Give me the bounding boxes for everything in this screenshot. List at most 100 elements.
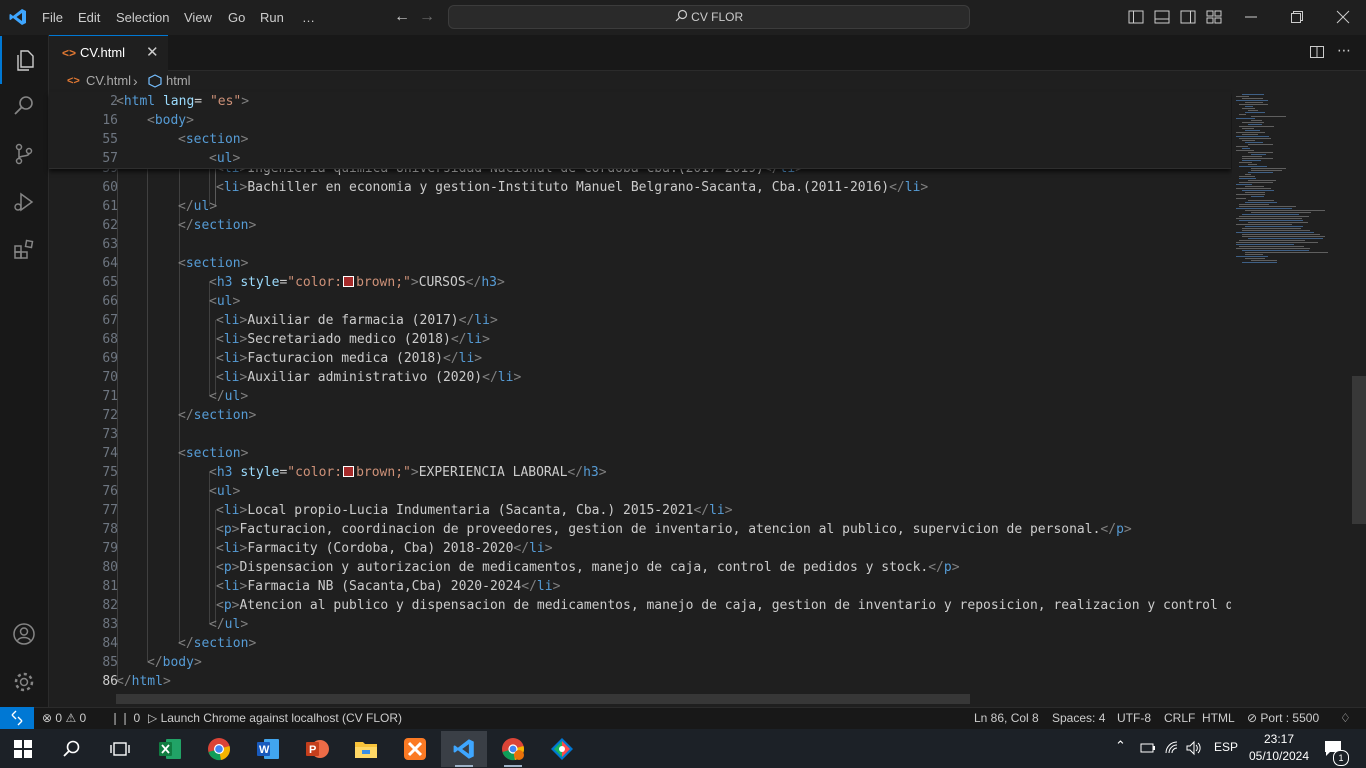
live-server-port[interactable]: ⊘ Port : 5500 — [1247, 707, 1319, 729]
code-line[interactable]: <p>Dispensacion y autorizacion de medica… — [216, 558, 960, 577]
horizontal-scrollbar-thumb[interactable] — [116, 694, 970, 704]
sticky-code-line[interactable]: <html lang= "es"> — [116, 92, 249, 111]
close-window-icon[interactable] — [1336, 10, 1350, 29]
code-line[interactable]: </html> — [116, 672, 171, 691]
code-line[interactable]: <li>Local propio-Lucia Indumentaria (Sac… — [216, 501, 733, 520]
toggle-panel-icon[interactable] — [1154, 9, 1170, 30]
toggle-primary-sidebar-icon[interactable] — [1128, 9, 1144, 30]
code-line[interactable]: <li>Facturacion medica (2018)</li> — [216, 349, 482, 368]
show-hidden-icons-icon[interactable]: ⌃ — [1115, 738, 1126, 754]
code-editor[interactable]: 59<li>Ingenieria quimica-Universidad Nac… — [49, 92, 1231, 696]
tab-cv-html[interactable]: <> CV.html ✕ — [49, 35, 168, 71]
sticky-code-line[interactable]: <section> — [178, 130, 248, 149]
file-explorer-icon[interactable] — [343, 731, 389, 767]
clock[interactable]: 23:17 05/10/2024 — [1248, 731, 1310, 765]
code-line[interactable]: <li>Farmacity (Cordoba, Cba) 2018-2020</… — [216, 539, 553, 558]
sticky-scroll-header[interactable]: 2 <html lang= "es"> 16 <body> 55 <section> 57 <… — [49, 92, 1231, 169]
command-center-search[interactable]: CV FLOR — [448, 5, 970, 29]
explorer-icon[interactable] — [0, 36, 48, 84]
language-mode[interactable]: HTML — [1202, 707, 1235, 729]
sticky-code-line[interactable]: <body> — [147, 111, 194, 130]
volume-icon[interactable] — [1186, 740, 1202, 761]
indentation[interactable]: Spaces: 4 — [1052, 707, 1105, 729]
windows-start-icon[interactable] — [0, 731, 46, 767]
code-line[interactable]: <ul> — [209, 292, 240, 311]
menu-selection[interactable]: Selection — [116, 0, 169, 35]
photos-app-icon[interactable] — [539, 731, 585, 767]
back-arrow-icon[interactable]: ← — [394, 8, 412, 26]
minimap-line — [1242, 160, 1261, 161]
line-number: 86 — [102, 674, 118, 689]
manage-gear-icon[interactable] — [0, 658, 48, 706]
more-actions-icon[interactable]: ⋯ — [1337, 42, 1352, 59]
code-line[interactable]: <li>Auxiliar administrativo (2020)</li> — [216, 368, 521, 387]
menu-edit[interactable]: Edit — [78, 0, 100, 35]
xampp-icon[interactable] — [392, 731, 438, 767]
menu-view[interactable]: View — [184, 0, 212, 35]
code-line[interactable]: <li>Farmacia NB (Sacanta,Cba) 2020-2024<… — [216, 577, 560, 596]
chrome-icon[interactable] — [196, 731, 242, 767]
minimap-line — [1242, 214, 1299, 215]
ports-indicator[interactable]: ❘❘ 0 — [110, 707, 140, 729]
battery-icon[interactable] — [1140, 740, 1156, 761]
sticky-code-line[interactable]: <ul> — [209, 149, 240, 168]
code-line[interactable]: </body> — [147, 653, 202, 672]
close-tab-icon[interactable]: ✕ — [146, 36, 159, 70]
menu-go[interactable]: Go — [228, 0, 245, 35]
menu-file[interactable]: File — [42, 0, 63, 35]
menu-more[interactable]: … — [302, 0, 315, 35]
restore-window-icon[interactable] — [1290, 10, 1304, 29]
minimap-line — [1242, 94, 1264, 95]
accounts-icon[interactable] — [0, 610, 48, 658]
toggle-secondary-sidebar-icon[interactable] — [1180, 9, 1196, 30]
taskbar-search-icon[interactable] — [49, 731, 95, 767]
chrome-profile-icon[interactable] — [490, 731, 536, 767]
code-line[interactable]: </ul> — [209, 387, 248, 406]
code-line[interactable]: <h3 style="color: brown;">CURSOS</h3> — [209, 273, 505, 292]
vscode-taskbar-icon[interactable] — [441, 731, 487, 767]
code-line[interactable]: </ul> — [209, 615, 248, 634]
cursor-position[interactable]: Ln 86, Col 8 — [974, 707, 1039, 729]
customize-layout-icon[interactable] — [1206, 9, 1222, 30]
code-line[interactable]: <li>Bachiller en economia y gestion-Inst… — [216, 178, 928, 197]
line-ending[interactable]: CRLF — [1164, 707, 1195, 729]
code-line[interactable]: </ul> — [178, 197, 217, 216]
input-language[interactable]: ESP — [1214, 740, 1238, 754]
encoding[interactable]: UTF-8 — [1117, 707, 1151, 729]
problems-indicator[interactable]: ⊗ 0 ⚠ 0 — [42, 707, 86, 729]
vertical-scrollbar-thumb[interactable] — [1352, 376, 1366, 524]
breadcrumb-symbol[interactable]: html — [166, 71, 191, 91]
code-line[interactable]: <p>Facturacion, coordinacion de proveedo… — [216, 520, 1132, 539]
task-view-icon[interactable] — [97, 731, 143, 767]
forward-arrow-icon[interactable]: → — [419, 8, 437, 26]
code-line[interactable]: </section> — [178, 634, 256, 653]
split-editor-icon[interactable] — [1309, 44, 1325, 65]
code-line[interactable]: <section> — [178, 444, 248, 463]
notifications-bell-icon[interactable]: ♢ — [1340, 707, 1351, 729]
code-line[interactable]: <p>Atencion al publico y dispensacion de… — [216, 596, 1231, 615]
minimap-line — [1251, 120, 1262, 121]
remote-indicator[interactable] — [0, 707, 34, 729]
word-icon[interactable]: W — [245, 731, 291, 767]
code-line[interactable]: <section> — [178, 254, 248, 273]
minimap-line — [1239, 176, 1255, 177]
code-line[interactable]: </section> — [178, 216, 256, 235]
minimap-line — [1245, 112, 1265, 113]
wifi-icon[interactable] — [1164, 740, 1180, 761]
minimize-window-icon[interactable] — [1244, 10, 1258, 29]
code-line[interactable]: <li>Auxiliar de farmacia (2017)</li> — [216, 311, 498, 330]
breadcrumb-file[interactable]: CV.html — [86, 71, 131, 91]
run-and-debug-icon[interactable] — [0, 178, 48, 226]
source-control-icon[interactable] — [0, 130, 48, 178]
menu-run[interactable]: Run — [260, 0, 284, 35]
code-line[interactable]: <ul> — [209, 482, 240, 501]
search-view-icon[interactable] — [0, 82, 48, 130]
minimap[interactable] — [1232, 92, 1350, 696]
extensions-icon[interactable] — [0, 226, 48, 274]
code-line[interactable]: <li>Secretariado medico (2018)</li> — [216, 330, 490, 349]
code-line[interactable]: </section> — [178, 406, 256, 425]
powerpoint-icon[interactable]: P — [294, 731, 340, 767]
excel-icon[interactable] — [147, 731, 193, 767]
code-line[interactable]: <h3 style="color: brown;">EXPERIENCIA LAB… — [209, 463, 607, 482]
launch-config[interactable]: ▷ Launch Chrome against localhost (CV FL… — [148, 707, 402, 729]
